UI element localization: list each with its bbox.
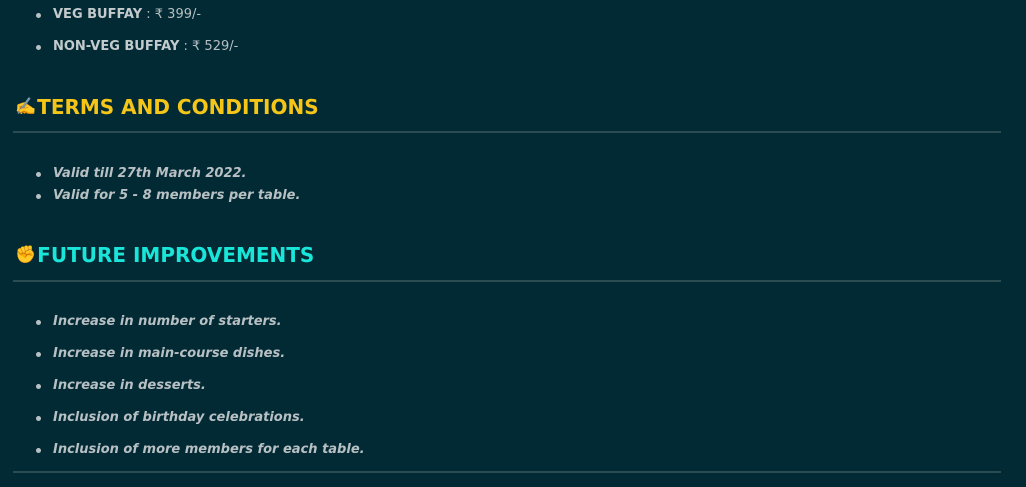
bullet-icon <box>36 45 41 50</box>
list-item: Valid till 27th March 2022. <box>0 166 300 182</box>
price-list: VEG BUFFAY : ₹ 399/- NON-VEG BUFFAY : ₹ … <box>0 7 238 55</box>
future-item-text: Inclusion of birthday celebrations. <box>53 410 305 425</box>
future-item-text: Increase in desserts. <box>53 378 206 393</box>
price-item-name: VEG BUFFAY <box>53 7 143 22</box>
bullet-icon <box>36 13 41 18</box>
price-item-name: NON-VEG BUFFAY <box>53 39 180 54</box>
bullet-icon <box>36 448 41 453</box>
future-divider <box>13 280 1001 282</box>
future-item-text: Increase in main-course dishes. <box>53 346 286 361</box>
bullet-icon <box>36 320 41 325</box>
terms-item-text: Valid till 27th March 2022. <box>53 166 247 181</box>
bullet-icon <box>36 172 41 177</box>
price-item-amount: ₹ 399/- <box>154 7 202 22</box>
price-item-amount: ₹ 529/- <box>192 39 239 54</box>
bullet-icon <box>36 352 41 357</box>
list-item: NON-VEG BUFFAY : ₹ 529/- <box>0 39 238 55</box>
terms-item-text: Valid for 5 - 8 members per table. <box>53 188 301 203</box>
terms-divider <box>13 131 1001 133</box>
future-list: Increase in number of starters. Increase… <box>0 314 365 458</box>
list-item: Increase in number of starters. <box>0 314 365 330</box>
bullet-icon <box>36 194 41 199</box>
writing-hand-icon: ✍️ <box>15 97 37 117</box>
list-item: Valid for 5 - 8 members per table. <box>0 188 300 204</box>
future-heading: ✊ FUTURE IMPROVEMENTS <box>15 242 314 268</box>
list-item: Inclusion of more members for each table… <box>0 442 365 458</box>
list-item: VEG BUFFAY : ₹ 399/- <box>0 7 238 23</box>
raised-fist-icon: ✊ <box>15 245 37 265</box>
future-item-text: Increase in number of starters. <box>53 314 282 329</box>
terms-title: TERMS AND CONDITIONS <box>37 95 319 119</box>
future-title: FUTURE IMPROVEMENTS <box>37 243 315 267</box>
page: VEG BUFFAY : ₹ 399/- NON-VEG BUFFAY : ₹ … <box>0 0 1026 487</box>
price-item-separator: : <box>142 7 155 22</box>
list-item: Increase in main-course dishes. <box>0 346 365 362</box>
future-item-text: Inclusion of more members for each table… <box>53 442 365 457</box>
bullet-icon <box>36 384 41 389</box>
price-item-separator: : <box>179 39 193 54</box>
list-item: Increase in desserts. <box>0 378 365 394</box>
terms-heading: ✍️ TERMS AND CONDITIONS <box>15 94 319 120</box>
list-item: Inclusion of birthday celebrations. <box>0 410 365 426</box>
bottom-divider <box>13 471 1001 473</box>
bullet-icon <box>36 416 41 421</box>
terms-list: Valid till 27th March 2022. Valid for 5 … <box>0 166 300 204</box>
